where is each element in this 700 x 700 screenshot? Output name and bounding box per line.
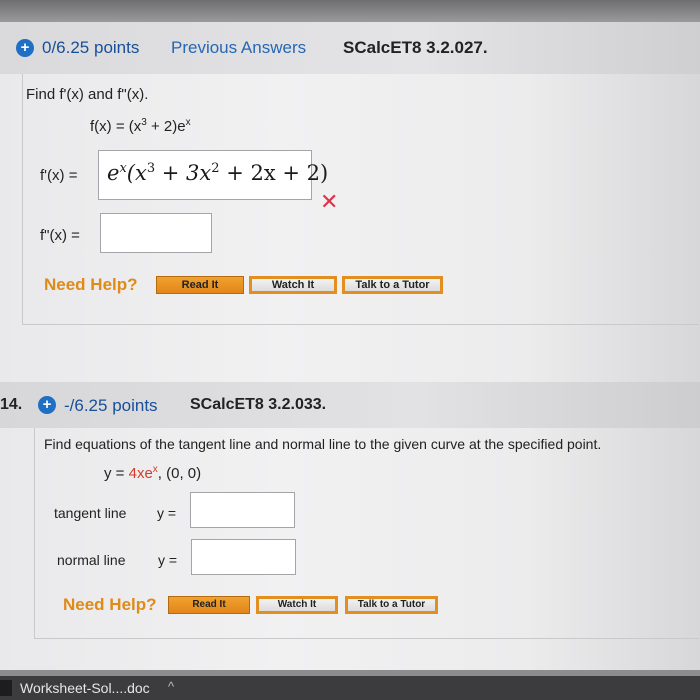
q14-need-help: Need Help?: [63, 595, 157, 614]
chevron-up-icon[interactable]: ^: [168, 679, 174, 694]
normal-y-equals: y =: [158, 552, 178, 568]
q13-problem-code: SCalcET8 3.2.027.: [343, 38, 488, 57]
q14-prompt: Find equations of the tangent line and n…: [44, 436, 602, 452]
tangent-line-label: tangent line: [54, 505, 127, 521]
q14-talk-tutor-button[interactable]: Talk to a Tutor: [345, 596, 438, 614]
fprime-answer-field[interactable]: ex(x3 + 3x2 + 2x + 2): [98, 150, 328, 200]
q14-problem-code: SCalcET8 3.2.033.: [190, 396, 327, 413]
q13-talk-tutor-button[interactable]: Talk to a Tutor: [342, 276, 443, 294]
q14-read-it-button[interactable]: Read It: [168, 596, 250, 614]
browser-top-strip: [0, 0, 700, 22]
question-13-header: + 0/6.25 points Previous Answers SCalcET…: [0, 22, 700, 74]
document-icon: [0, 680, 12, 696]
fprime-answer-value: ex(x3 + 3x2 + 2x + 2): [107, 161, 329, 185]
previous-answers-link[interactable]: Previous Answers: [171, 38, 306, 58]
q13-prompt: Find f'(x) and f"(x).: [26, 86, 149, 103]
q14-watch-it-button[interactable]: Watch It: [256, 596, 338, 614]
expand-plus-icon[interactable]: +: [16, 39, 34, 57]
q14-number: 14.: [0, 396, 23, 413]
q13-function: f(x) = (x3 + 2)ex: [90, 117, 191, 135]
q13-watch-it-button[interactable]: Watch It: [249, 276, 337, 294]
normal-line-label: normal line: [57, 552, 126, 568]
expand-plus-icon[interactable]: +: [38, 396, 56, 414]
incorrect-x-icon: ✕: [320, 189, 339, 214]
q13-read-it-button[interactable]: Read It: [156, 276, 244, 294]
normal-line-input[interactable]: [191, 539, 296, 575]
download-filename[interactable]: Worksheet-Sol....doc: [20, 680, 150, 696]
question-14-header: 14. + -/6.25 points SCalcET8 3.2.033.: [0, 382, 700, 428]
tangent-line-input[interactable]: [190, 492, 295, 528]
fdoubleprime-input[interactable]: [100, 213, 212, 253]
q14-points: -/6.25 points: [64, 396, 158, 415]
tangent-y-equals: y =: [157, 505, 177, 521]
q13-need-help: Need Help?: [44, 275, 138, 294]
download-bar: Worksheet-Sol....doc ^: [0, 676, 700, 700]
fprime-label: f'(x) =: [40, 167, 78, 184]
q13-points: 0/6.25 points: [42, 38, 140, 57]
q14-equation: y = 4xex, (0, 0): [104, 464, 202, 482]
fdoubleprime-label: f"(x) =: [40, 227, 80, 244]
